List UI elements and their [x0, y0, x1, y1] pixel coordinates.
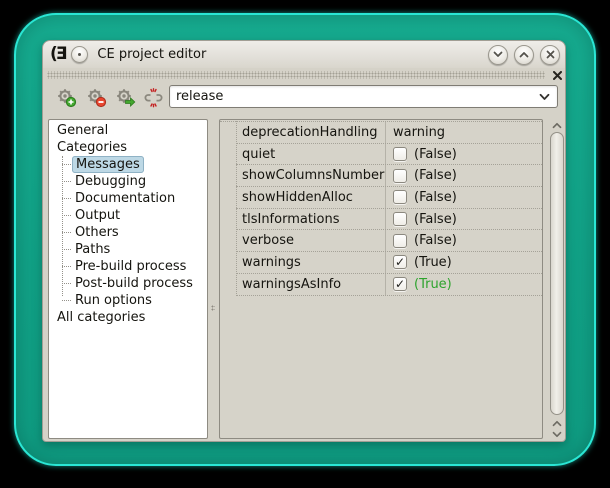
property-name: tlsInformations — [236, 209, 386, 230]
table-row[interactable]: warnings ✓ (True) — [236, 252, 542, 274]
close-button[interactable] — [540, 45, 560, 65]
scroll-down-button[interactable] — [548, 429, 566, 439]
sidebar-item-messages[interactable]: Messages — [49, 156, 207, 173]
close-icon — [553, 71, 562, 80]
property-value: (True) — [414, 277, 452, 292]
toolbar-handle-dots — [47, 71, 545, 79]
chevron-down-icon[interactable] — [535, 93, 557, 101]
category-tree: General Categories Messages Debugging Do… — [48, 119, 208, 439]
table-row[interactable]: deprecationHandling warning — [236, 122, 542, 144]
property-value: warning — [393, 125, 445, 140]
property-value: (False) — [414, 190, 457, 205]
target-combobox[interactable] — [169, 85, 558, 108]
table-row[interactable]: quiet (False) — [236, 144, 542, 166]
chevron-up-icon — [519, 51, 529, 58]
remove-target-button[interactable] — [85, 85, 107, 109]
table-row[interactable]: verbose (False) — [236, 230, 542, 252]
splitter-handle[interactable] — [211, 305, 215, 311]
menu-dot-icon — [78, 53, 81, 56]
sidebar-item-categories[interactable]: Categories — [49, 139, 207, 156]
broken-link-icon — [143, 87, 164, 108]
property-name: warnings — [236, 252, 386, 273]
sidebar-item-general[interactable]: General — [49, 122, 207, 139]
property-value: (False) — [414, 168, 457, 183]
titlebar[interactable]: (Ǝ CE project editor — [43, 41, 565, 68]
property-name: warningsAsInfo — [236, 274, 386, 295]
sidebar-item-pre-build-process[interactable]: Pre-build process — [49, 258, 207, 275]
window-title: CE project editor — [97, 47, 206, 62]
checkbox-checked[interactable]: ✓ — [393, 277, 407, 291]
sidebar-item-all-categories[interactable]: All categories — [49, 309, 207, 326]
shade-button[interactable] — [488, 45, 508, 65]
copy-target-button[interactable] — [114, 85, 136, 109]
sidebar-item-output[interactable]: Output — [49, 207, 207, 224]
checkbox[interactable] — [393, 169, 407, 183]
sidebar-item-debugging[interactable]: Debugging — [49, 173, 207, 190]
window-menu-button[interactable] — [71, 46, 88, 63]
property-name: deprecationHandling — [236, 122, 386, 143]
table-row[interactable]: showColumnsNumber (False) — [236, 165, 542, 187]
unlink-target-button[interactable] — [142, 85, 164, 109]
property-value: (False) — [414, 233, 457, 248]
app-icon: (Ǝ — [50, 46, 65, 63]
chevron-up-icon — [552, 122, 562, 129]
property-value: (True) — [414, 255, 452, 270]
scrollbar-thumb[interactable] — [550, 132, 564, 415]
checkbox[interactable] — [393, 147, 407, 161]
selected-item-highlight: Messages — [72, 156, 144, 173]
property-name: verbose — [236, 230, 386, 251]
table-row[interactable]: warningsAsInfo ✓ (True) — [236, 274, 542, 296]
property-name: showColumnsNumber — [236, 165, 386, 186]
chevron-down-icon — [552, 431, 562, 438]
screenshot: (Ǝ CE project editor — [0, 0, 610, 488]
property-table: deprecationHandling warning quiet (False… — [219, 119, 543, 439]
property-value: (False) — [414, 212, 457, 227]
checkbox-checked[interactable]: ✓ — [393, 255, 407, 269]
vertical-scrollbar[interactable] — [548, 119, 566, 439]
property-name: showHiddenAlloc — [236, 187, 386, 208]
sidebar-item-documentation[interactable]: Documentation — [49, 190, 207, 207]
close-icon — [546, 50, 555, 59]
sidebar-item-paths[interactable]: Paths — [49, 241, 207, 258]
scroll-up-button[interactable] — [548, 120, 566, 130]
target-combobox-input[interactable] — [170, 89, 535, 104]
toolbar-handle[interactable] — [47, 70, 563, 80]
maximize-button[interactable] — [514, 45, 534, 65]
table-row[interactable]: tlsInformations (False) — [236, 209, 542, 231]
chevron-up-icon — [552, 420, 562, 427]
table-row[interactable]: showHiddenAlloc (False) — [236, 187, 542, 209]
scroll-up-button-bottom[interactable] — [548, 418, 566, 428]
property-name: quiet — [236, 144, 386, 165]
ce-project-editor-window: (Ǝ CE project editor — [42, 40, 566, 442]
sidebar-item-others[interactable]: Others — [49, 224, 207, 241]
gear-minus-icon — [86, 87, 107, 108]
chevron-down-icon — [493, 51, 503, 58]
sidebar-item-run-options[interactable]: Run options — [49, 292, 207, 309]
checkbox[interactable] — [393, 212, 407, 226]
checkbox[interactable] — [393, 234, 407, 248]
gear-plus-icon — [56, 87, 77, 108]
toolbar-close-button[interactable] — [551, 70, 563, 80]
property-value: (False) — [414, 147, 457, 162]
add-target-button[interactable] — [55, 85, 77, 109]
gear-arrow-icon — [115, 87, 136, 108]
checkbox[interactable] — [393, 190, 407, 204]
sidebar-item-post-build-process[interactable]: Post-build process — [49, 275, 207, 292]
